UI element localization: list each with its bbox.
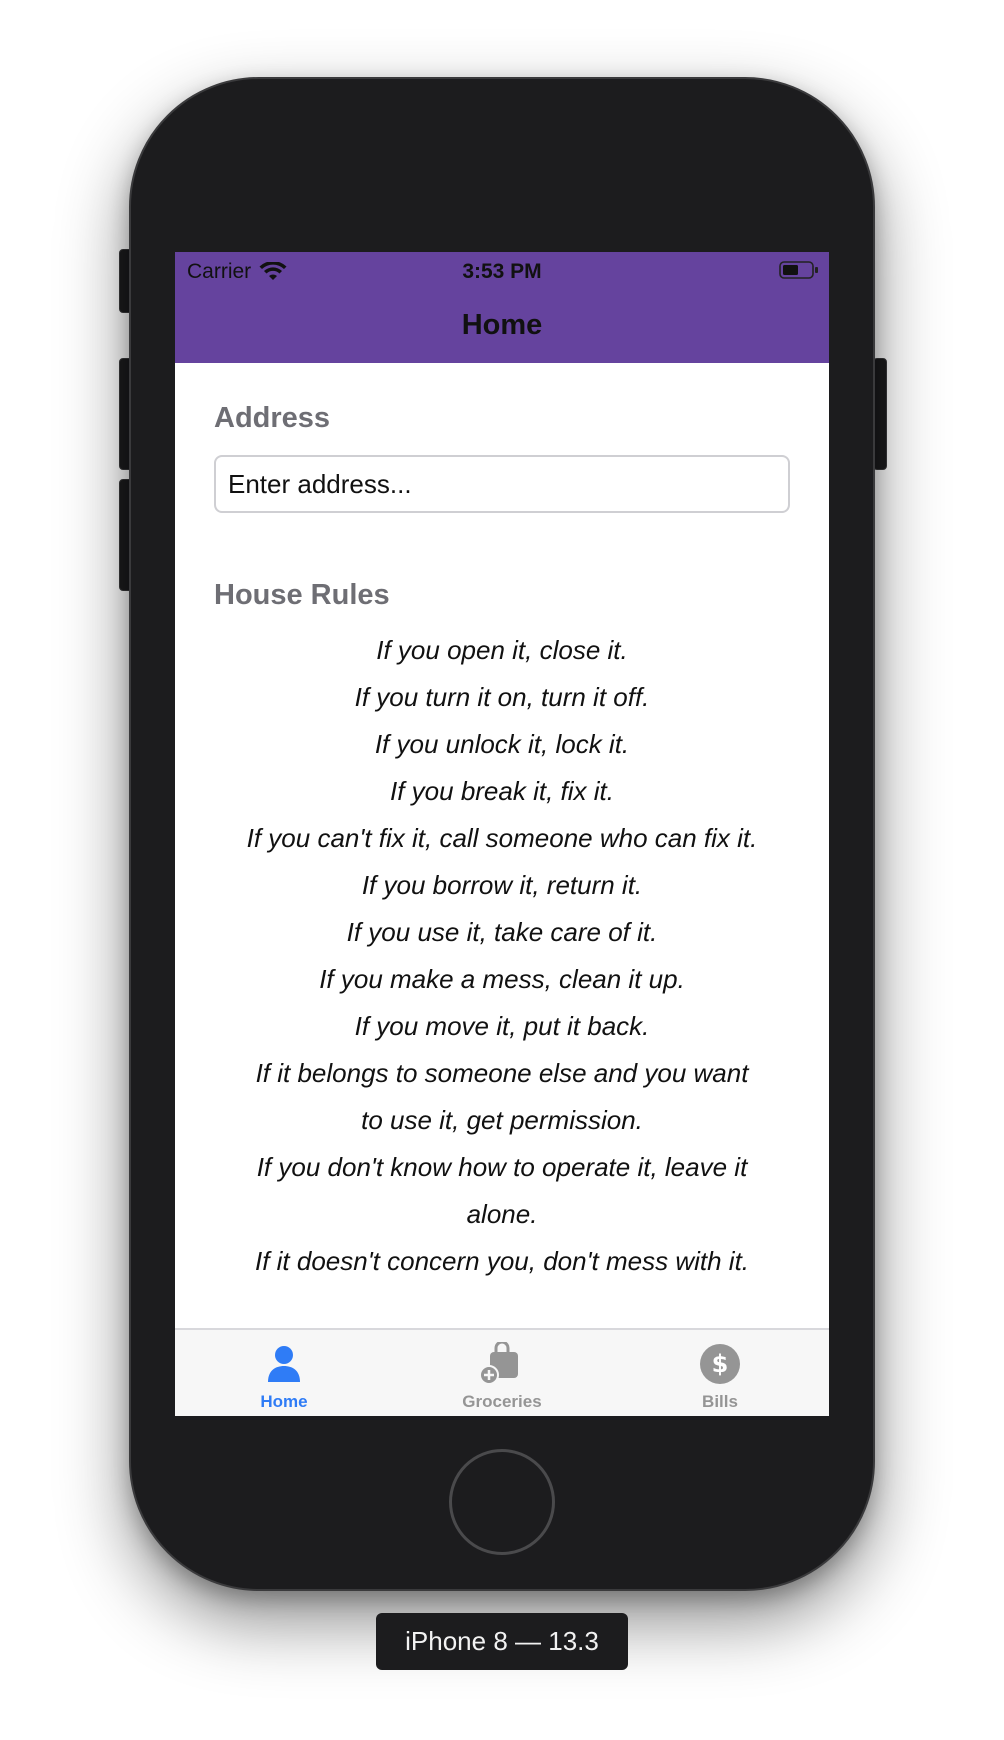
tab-home-label: Home <box>260 1392 308 1411</box>
rule-line: If you move it, put it back. <box>354 1011 650 1041</box>
rule-line: If you can't fix it, call someone who ca… <box>246 823 758 853</box>
rule-line: If it doesn't concern you, don't mess wi… <box>254 1246 750 1276</box>
rule-line: alone. <box>466 1199 538 1229</box>
rule-line: If you use it, take care of it. <box>346 917 658 947</box>
rule-line: If you don't know how to operate it, lea… <box>256 1152 748 1182</box>
battery-icon <box>779 261 818 279</box>
power-button <box>873 358 887 470</box>
tab-bills-label: Bills <box>702 1392 738 1411</box>
address-input[interactable] <box>214 455 790 513</box>
house-rules-label: House Rules <box>214 579 390 611</box>
simulator-stage: Carrier 3:53 PM Home Address Enter addre… <box>0 0 1004 1740</box>
rule-line: If you make a mess, clean it up. <box>319 964 685 994</box>
rule-line: If you break it, fix it. <box>390 776 614 806</box>
status-bar: Carrier 3:53 PM <box>175 252 829 292</box>
page-title: Home <box>461 309 543 341</box>
person-icon <box>268 1346 300 1382</box>
address-label: Address <box>214 402 331 434</box>
tab-bar: Home Groceries $ Bills <box>175 1328 829 1416</box>
tab-home[interactable]: Home <box>175 1342 393 1412</box>
home-button[interactable] <box>449 1449 555 1555</box>
rule-line: to use it, get permission. <box>361 1105 643 1135</box>
rule-line: If you turn it on, turn it off. <box>354 682 650 712</box>
device-label: iPhone 8 — 13.3 <box>376 1613 628 1670</box>
house-rules-text: If you open it, close it. If you turn it… <box>214 627 790 1285</box>
tab-groceries-label: Groceries <box>462 1392 542 1411</box>
bag-add-icon <box>480 1342 518 1385</box>
navigation-bar: Carrier 3:53 PM Home <box>175 252 829 363</box>
rule-line: If you open it, close it. <box>376 635 628 665</box>
tab-groceries[interactable]: Groceries <box>393 1342 611 1412</box>
app-screen: Carrier 3:53 PM Home Address Enter addre… <box>175 252 829 1416</box>
dollar-circle-icon: $ <box>700 1344 740 1384</box>
rule-line: If you borrow it, return it. <box>361 870 643 900</box>
status-time: 3:53 PM <box>462 260 542 283</box>
rule-line: If it belongs to someone else and you wa… <box>255 1058 749 1088</box>
rule-line: If you unlock it, lock it. <box>374 729 630 759</box>
svg-text:$: $ <box>712 1350 729 1378</box>
tab-bills[interactable]: $ Bills <box>611 1342 829 1412</box>
